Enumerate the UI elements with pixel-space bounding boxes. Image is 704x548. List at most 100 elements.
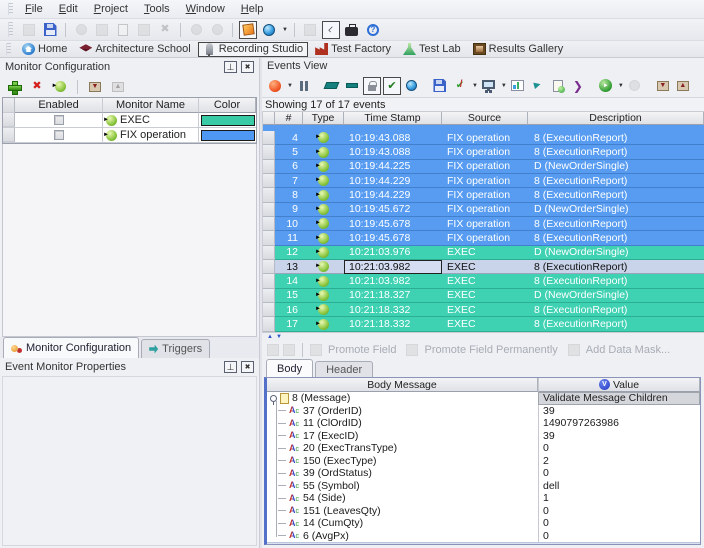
chevron-down-icon[interactable]: ▼ bbox=[287, 83, 293, 89]
enabled-checkbox[interactable] bbox=[54, 130, 64, 140]
table-row[interactable]: 4 10:19:43.088 FIX operation 8 (Executio… bbox=[263, 131, 704, 145]
import-monitors-button[interactable]: ▼ bbox=[86, 78, 104, 96]
close-button[interactable]: ✖ bbox=[241, 361, 254, 373]
tree-row[interactable]: Ac 14 (CumQty) 0 bbox=[267, 517, 700, 530]
table-row[interactable]: 12 10:21:03.976 EXEC D (NewOrderSingle) bbox=[263, 246, 704, 260]
color-swatch[interactable] bbox=[201, 115, 255, 126]
perspective-tab[interactable]: Test Lab bbox=[398, 42, 466, 57]
tree-row[interactable]: Ac 17 (ExecID) 39 bbox=[267, 430, 700, 443]
enabled-checkbox[interactable] bbox=[54, 115, 64, 125]
export-events-button[interactable]: ▲ bbox=[674, 77, 692, 95]
chevron-down-icon[interactable]: ▼ bbox=[472, 83, 478, 89]
toolbar-grip[interactable] bbox=[8, 3, 13, 16]
chart-button[interactable] bbox=[509, 77, 527, 95]
send-button[interactable]: ► bbox=[529, 77, 547, 95]
perspective-tab[interactable]: Recording Studio bbox=[198, 42, 308, 57]
perspective-tab[interactable]: Home bbox=[17, 42, 72, 57]
run-button[interactable]: ► bbox=[597, 77, 615, 95]
delete-monitor-button[interactable]: ✖ bbox=[28, 78, 46, 96]
menu-item[interactable]: Tools bbox=[136, 1, 178, 17]
menu-item[interactable]: File bbox=[17, 1, 51, 17]
table-row[interactable]: 9 10:19:45.672 FIX operation D (NewOrder… bbox=[263, 203, 704, 217]
toolbar-grip[interactable] bbox=[6, 43, 11, 54]
close-button[interactable]: ✖ bbox=[241, 61, 254, 73]
table-row[interactable]: 6 10:19:44.225 FIX operation D (NewOrder… bbox=[263, 160, 704, 174]
tab-triggers[interactable]: Triggers bbox=[141, 339, 210, 358]
pause-button[interactable] bbox=[295, 77, 313, 95]
splitter-up-icon[interactable]: ▲ bbox=[267, 334, 273, 340]
promote-field-button[interactable]: Promote Field bbox=[328, 344, 396, 356]
help-button[interactable]: ? bbox=[364, 21, 382, 39]
user-button[interactable] bbox=[301, 21, 319, 39]
step-forward-button[interactable]: ❯ bbox=[569, 77, 587, 95]
tree-row[interactable]: Ac 6 (AvgPx) 0 bbox=[267, 530, 700, 543]
lock-toggle[interactable] bbox=[363, 77, 381, 95]
perspective-tab[interactable]: Test Factory bbox=[310, 42, 396, 57]
tab-header[interactable]: Header bbox=[315, 361, 373, 377]
copy-button[interactable] bbox=[135, 21, 153, 39]
tree-row[interactable]: Ac 20 (ExecTransType) 0 bbox=[267, 442, 700, 455]
pin-button[interactable]: ⊥ bbox=[224, 361, 237, 373]
column-header-num[interactable]: # bbox=[275, 112, 303, 125]
table-row[interactable]: 7 10:19:44.229 FIX operation 8 (Executio… bbox=[263, 174, 704, 188]
message-value-cell[interactable]: Validate Message Children bbox=[538, 392, 700, 405]
menu-item[interactable]: Project bbox=[86, 1, 136, 17]
column-header-name[interactable]: Monitor Name bbox=[103, 98, 199, 113]
copy-tree-icon[interactable] bbox=[283, 344, 295, 356]
tree-row[interactable]: Ac 54 (Side) 1 bbox=[267, 492, 700, 505]
add-monitor-button[interactable] bbox=[5, 78, 23, 96]
paste-button[interactable] bbox=[114, 21, 132, 39]
add-button[interactable] bbox=[93, 21, 111, 39]
export-monitors-button[interactable]: ▲ bbox=[109, 78, 127, 96]
column-header-body-message[interactable]: Body Message bbox=[267, 378, 538, 392]
perspective-tab[interactable]: Results Gallery bbox=[468, 42, 569, 57]
column-header-source[interactable]: Source bbox=[442, 112, 528, 125]
table-row[interactable]: 5 10:19:43.088 FIX operation 8 (Executio… bbox=[263, 145, 704, 159]
monitor-row[interactable]: EXEC bbox=[3, 113, 256, 128]
launch-toggle[interactable] bbox=[239, 21, 257, 39]
column-header-type[interactable]: Type bbox=[303, 112, 344, 125]
record-button[interactable] bbox=[266, 77, 284, 95]
promote-field-permanently-button[interactable]: Promote Field Permanently bbox=[424, 344, 557, 356]
column-header-description[interactable]: Description bbox=[528, 112, 704, 125]
save-button[interactable] bbox=[41, 21, 59, 39]
browser-button[interactable] bbox=[260, 21, 278, 39]
column-header-enabled[interactable]: Enabled bbox=[15, 98, 103, 113]
add-data-mask-button[interactable]: Add Data Mask... bbox=[586, 344, 670, 356]
tree-row[interactable]: Ac 151 (LeavesQty) 0 bbox=[267, 505, 700, 518]
copy-field-icon[interactable] bbox=[267, 344, 279, 356]
chevron-down-icon[interactable]: ▼ bbox=[618, 83, 624, 89]
reset-button[interactable] bbox=[403, 77, 421, 95]
chevron-down-icon[interactable]: ▼ bbox=[501, 83, 507, 89]
monitor-row[interactable]: FIX operation bbox=[3, 128, 256, 143]
menu-item[interactable]: Window bbox=[178, 1, 233, 17]
remove-event-button[interactable] bbox=[343, 77, 361, 95]
tree-row[interactable]: Ac 37 (OrderID) 39 bbox=[267, 405, 700, 418]
table-row[interactable]: 8 10:19:44.229 FIX operation 8 (Executio… bbox=[263, 188, 704, 202]
table-row[interactable]: 10 10:19:45.678 FIX operation 8 (Executi… bbox=[263, 217, 704, 231]
export-report-button[interactable] bbox=[549, 77, 567, 95]
table-row[interactable]: 15 10:21:18.327 EXEC D (NewOrderSingle) bbox=[263, 289, 704, 303]
erase-events-button[interactable] bbox=[323, 77, 341, 95]
tree-row[interactable]: Ac 55 (Symbol) dell bbox=[267, 480, 700, 493]
splitter-down-icon[interactable]: ▼ bbox=[276, 334, 282, 340]
column-header-color[interactable]: Color bbox=[199, 98, 256, 113]
tree-root-row[interactable]: 8 (Message) Validate Message Children bbox=[267, 392, 700, 405]
table-row[interactable]: 16 10:21:18.332 EXEC 8 (ExecutionReport) bbox=[263, 303, 704, 317]
view-button[interactable] bbox=[480, 77, 498, 95]
workspace-button[interactable] bbox=[343, 21, 361, 39]
column-header-value[interactable]: V Value bbox=[538, 378, 700, 392]
stop-button[interactable] bbox=[626, 77, 644, 95]
settings-toggle[interactable]: ⌐ bbox=[322, 21, 340, 39]
toolbar-grip[interactable] bbox=[8, 22, 13, 37]
tree-row[interactable]: Ac 11 (ClOrdID) 1490797263986 bbox=[267, 417, 700, 430]
menu-item[interactable]: Help bbox=[233, 1, 272, 17]
pull-monitor-button[interactable] bbox=[51, 78, 69, 96]
column-header-time[interactable]: Time Stamp bbox=[344, 112, 442, 125]
menu-item[interactable]: Edit bbox=[51, 1, 86, 17]
perspective-tab[interactable]: Architecture School bbox=[74, 42, 195, 57]
horizontal-splitter[interactable]: ▲ ▼ bbox=[262, 332, 704, 341]
tree-row[interactable]: Ac 39 (OrdStatus) 0 bbox=[267, 467, 700, 480]
table-row[interactable]: 14 10:21:03.982 EXEC 8 (ExecutionReport) bbox=[263, 274, 704, 288]
save-events-button[interactable] bbox=[431, 77, 449, 95]
